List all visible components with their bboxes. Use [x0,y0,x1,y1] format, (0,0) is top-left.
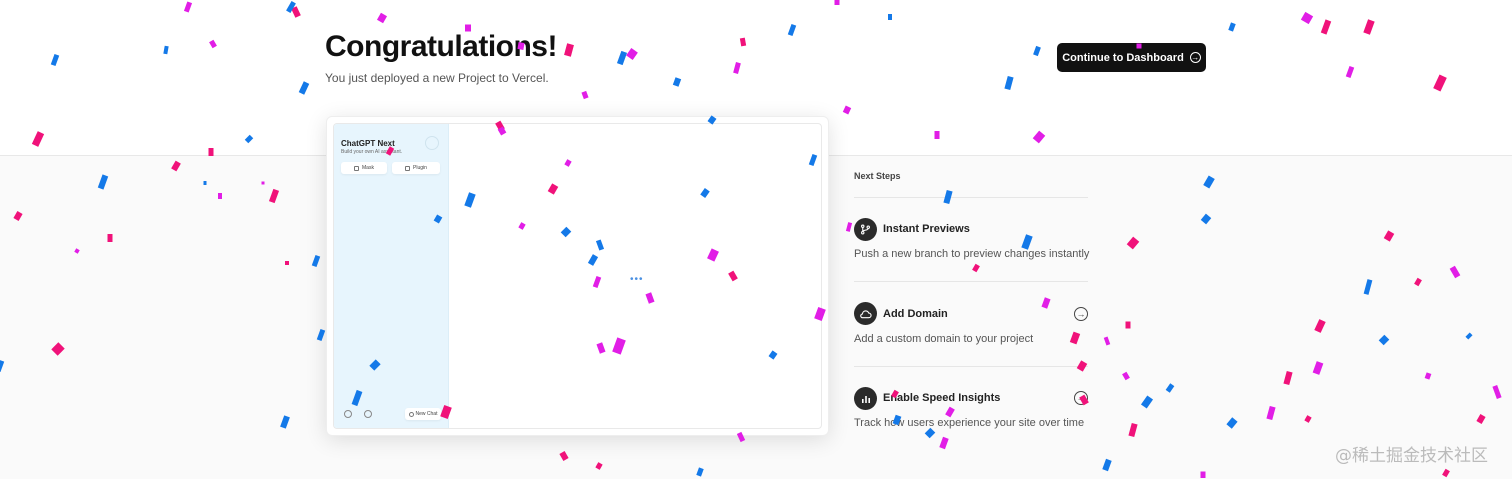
confetti-piece [298,81,310,95]
confetti-piece [934,131,940,139]
page-title: Congratulations! [325,30,558,63]
confetti-piece [1345,65,1355,79]
plugin-icon [405,165,411,171]
step-description: Add a custom domain to your project [854,333,1034,345]
confetti-piece [286,0,296,14]
step-description: Track how users experience your site ove… [854,417,1085,429]
next-steps-title: Next Steps [854,171,901,181]
preview-plugin-button: Plugin [392,162,440,174]
dashboard-button-label: Continue to Dashboard [1062,51,1184,64]
confetti-piece [564,43,574,57]
step-title: Instant Previews [883,223,970,235]
confetti-piece [1033,45,1041,57]
preview-mask-label: Mask [362,165,374,171]
confetti-piece [50,53,60,67]
step-description: Push a new branch to preview changes ins… [854,248,1090,260]
confetti-piece [672,77,682,87]
confetti-piece [787,23,797,37]
settings-icon [344,410,352,418]
arrow-right-circle-icon[interactable]: → [1074,391,1088,405]
confetti-piece [733,62,741,74]
github-icon [364,410,372,418]
divider [854,366,1088,367]
confetti-piece [244,134,254,144]
confetti-piece [163,45,169,55]
cloud-icon [854,302,877,325]
confetti-piece [291,6,301,18]
page-subtitle: You just deployed a new Project to Verce… [325,71,549,85]
git-branch-icon [854,218,877,241]
confetti-piece [376,12,388,24]
watermark: @稀土掘金技术社区 [1335,446,1488,466]
step-title: Enable Speed Insights [883,392,1001,404]
preview-app-title: ChatGPT Next [341,139,395,148]
confetti-piece [626,48,638,60]
confetti-piece [1228,22,1236,32]
confetti-piece [31,131,45,147]
continue-to-dashboard-button[interactable]: Continue to Dashboard → [1057,43,1206,72]
loading-dots: ••• [630,274,644,285]
divider [854,197,1088,198]
confetti-piece [581,90,589,100]
preview-plugin-label: Plugin [413,165,427,171]
deployment-preview-card[interactable]: ChatGPT Next Build your own AI assistant… [326,116,829,436]
preview-mask-button: Mask [341,162,387,174]
arrow-right-circle-icon: → [1189,52,1201,63]
plus-icon [408,411,414,417]
confetti-piece [888,14,892,20]
step-title: Add Domain [883,308,948,320]
preview-new-chat-button: New Chat [405,408,441,420]
divider [854,281,1088,282]
deployment-screenshot: ChatGPT Next Build your own AI assistant… [333,123,822,429]
arrow-right-circle-icon[interactable]: → [1074,307,1088,321]
confetti-piece [616,50,628,66]
mask-icon [354,165,360,171]
confetti-piece [183,1,193,13]
preview-new-chat-label: New Chat [415,411,438,417]
bar-chart-icon [854,387,877,410]
confetti-piece [1363,19,1375,35]
confetti-piece [1433,74,1447,92]
confetti-piece [1032,130,1046,144]
confetti-piece [842,105,852,115]
preview-sidebar: ChatGPT Next Build your own AI assistant… [334,124,449,428]
openai-logo-icon [425,136,439,150]
confetti-piece [1004,75,1014,91]
confetti-piece [1320,19,1332,35]
confetti-piece [834,0,840,5]
preview-app-subtitle: Build your own AI assistant. [341,149,403,155]
confetti-piece [209,39,217,49]
confetti-piece [1300,11,1314,25]
confetti-piece [739,37,747,47]
